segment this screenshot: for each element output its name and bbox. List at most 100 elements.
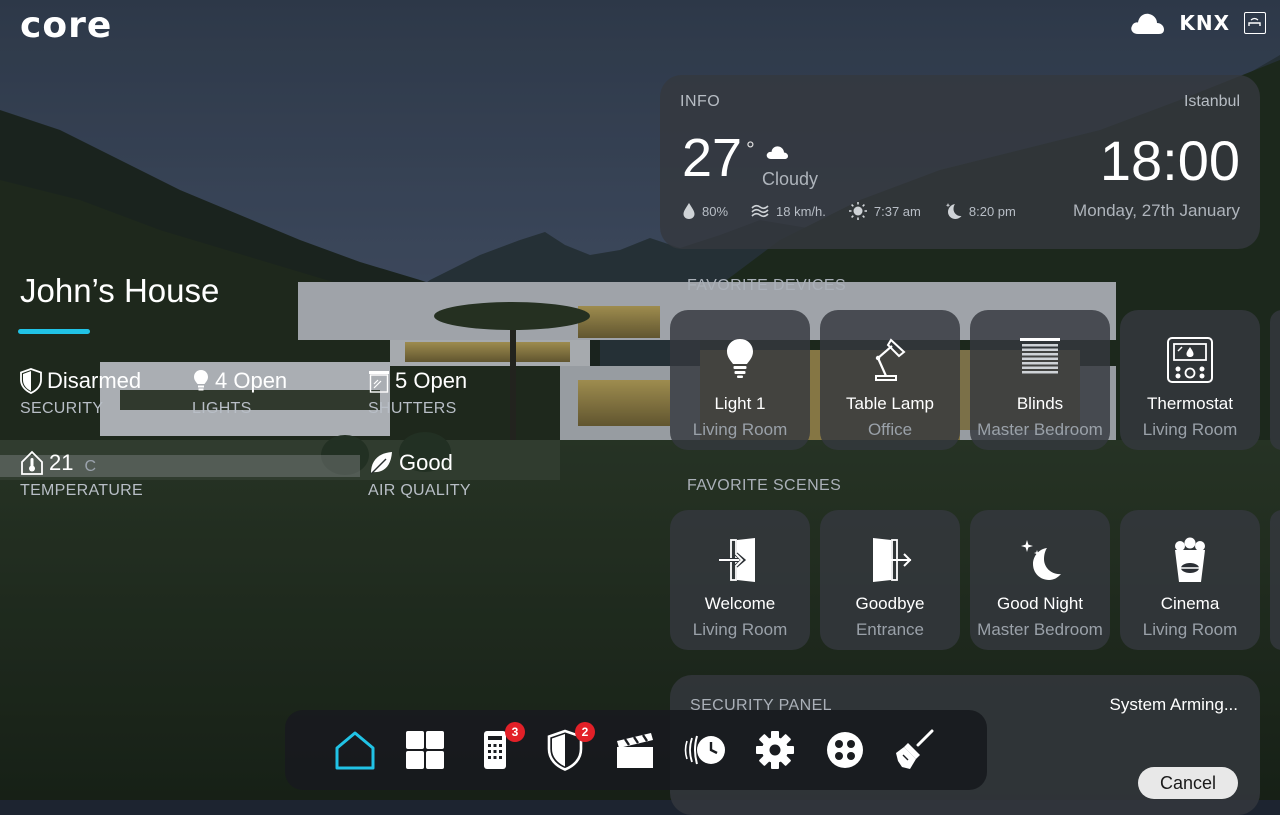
sunrise-value: 7:37 am (873, 203, 921, 219)
favorite-devices-title: FAVORITE DEVICES (687, 277, 847, 294)
dock-home[interactable] (333, 728, 377, 772)
cancel-button[interactable]: Cancel (1138, 767, 1238, 799)
dock-security[interactable]: 2 (543, 722, 595, 772)
shield-icon (20, 368, 42, 394)
bottom-dock: 3 2 (285, 710, 987, 790)
temperature-label: TEMPERATURE (20, 482, 144, 499)
wind-value: 18 km/h. (776, 203, 826, 219)
air-quality-stat[interactable]: Good AIR QUALITY (368, 450, 471, 500)
city-name: Istanbul (1183, 93, 1240, 110)
lightbulb-icon (194, 370, 208, 391)
shutters-value: 5 Open (395, 368, 468, 393)
scene-name: Good Night (997, 594, 1083, 613)
cloud-connection-icon[interactable] (1129, 10, 1165, 36)
home-thermometer-icon (21, 450, 43, 475)
wind-metric: 18 km/h. (750, 202, 826, 220)
security-value: Disarmed (47, 368, 142, 393)
device-name: Light 1 (714, 394, 766, 413)
scene-name: Goodbye (855, 594, 925, 613)
scene-name: Welcome (704, 594, 776, 613)
temperature-value: 21 (49, 450, 74, 475)
protocol-label: KNX (1179, 11, 1230, 35)
intercom-icon (484, 731, 506, 769)
scene-tile-cinema[interactable]: Cinema Living Room (1120, 510, 1260, 650)
device-room: Master Bedroom (977, 420, 1103, 439)
scene-tile-next-peek[interactable] (1270, 510, 1280, 650)
scene-room: Entrance (855, 620, 925, 639)
scene-room: Living Room (1142, 620, 1238, 639)
info-card[interactable]: INFO Istanbul 27 ° Cloudy 18:00 Monday, … (660, 75, 1260, 249)
dock-schedules[interactable] (683, 728, 727, 772)
clapperboard-icon (617, 733, 653, 768)
dock-settings[interactable] (753, 728, 797, 772)
wind-icon (751, 204, 769, 218)
device-name: Blinds (1016, 394, 1064, 413)
dock-rooms[interactable] (403, 728, 447, 772)
air-quality-label: AIR QUALITY (368, 482, 471, 499)
gear-icon (756, 731, 794, 769)
shutters-stat[interactable]: 5 Open SHUTTERS (368, 368, 467, 418)
scene-tile-goodbye[interactable]: Goodbye Entrance (820, 510, 960, 650)
degree-symbol: ° (746, 137, 755, 162)
info-header: INFO (680, 93, 721, 110)
title-underline (18, 329, 90, 334)
desk-lamp-icon (875, 338, 906, 381)
door-enter-icon (719, 538, 755, 582)
security-badge: 2 (575, 722, 595, 742)
humidity-value: 80% (702, 203, 729, 219)
temperature-unit: C (84, 458, 97, 475)
security-stat[interactable]: Disarmed SECURITY (20, 368, 141, 418)
air-quality-value: Good (399, 450, 453, 475)
scene-room: Living Room (692, 620, 788, 639)
sunset-value: 8:20 pm (968, 203, 1016, 219)
house-title: John’s House (20, 272, 220, 309)
scene-tile-welcome[interactable]: Welcome Living Room (670, 510, 810, 650)
intercom-badge: 3 (505, 722, 525, 742)
device-tile-thermostat[interactable]: Thermostat Living Room (1120, 310, 1260, 450)
core-logo: core (20, 5, 113, 46)
moon-stars-icon (1021, 540, 1061, 580)
blinds-icon (1020, 338, 1060, 374)
sunset-metric: 8:20 pm (943, 201, 1016, 221)
top-status-bar: KNX (1129, 10, 1266, 36)
cleaning-icon (896, 729, 934, 769)
device-room: Living Room (1142, 420, 1238, 439)
gateway-icon[interactable] (1244, 12, 1266, 34)
temperature-stat[interactable]: 21 C TEMPERATURE (20, 450, 143, 500)
leaf-icon (370, 452, 392, 475)
dock-scenes[interactable] (613, 728, 657, 772)
scene-room: Master Bedroom (977, 620, 1103, 639)
clock-date: Monday, 27th January (1073, 201, 1240, 220)
lights-stat[interactable]: 4 Open LIGHTS (192, 368, 287, 418)
device-tile-blinds[interactable]: Blinds Master Bedroom (970, 310, 1110, 450)
weather-condition: Cloudy (762, 169, 819, 189)
device-room: Living Room (692, 420, 788, 439)
security-label: SECURITY (20, 400, 104, 417)
device-tile-table-lamp[interactable]: Table Lamp Office (820, 310, 960, 450)
device-tile-light-1[interactable]: Light 1 Living Room (670, 310, 810, 450)
clock-time: 18:00 (1099, 129, 1240, 192)
moon-icon (945, 203, 962, 219)
weather-metrics: 80% 18 km/h. 7:37 am 8:20 pm (682, 201, 1016, 221)
dock-cleaning[interactable] (893, 728, 937, 772)
thermostat-icon (1167, 337, 1213, 383)
dock-intercom[interactable]: 3 (473, 722, 525, 772)
door-exit-icon (873, 538, 912, 582)
droplet-icon (683, 203, 695, 219)
popcorn-icon (1175, 537, 1205, 582)
dock-remote[interactable] (823, 728, 867, 772)
arming-status: System Arming... (1109, 695, 1238, 714)
lights-value: 4 Open (215, 368, 288, 393)
device-tile-next-peek[interactable] (1270, 310, 1280, 450)
schedule-icon (684, 735, 725, 765)
device-name: Thermostat (1147, 394, 1233, 413)
sunrise-metric: 7:37 am (848, 201, 921, 221)
cloud-icon (766, 146, 788, 159)
scene-tile-good-night[interactable]: Good Night Master Bedroom (970, 510, 1110, 650)
sun-icon (848, 202, 867, 220)
device-name: Table Lamp (846, 394, 934, 413)
humidity-metric: 80% (682, 202, 728, 220)
shutters-label: SHUTTERS (368, 400, 457, 417)
remote-icon (827, 732, 863, 768)
grid-icon (406, 731, 444, 769)
